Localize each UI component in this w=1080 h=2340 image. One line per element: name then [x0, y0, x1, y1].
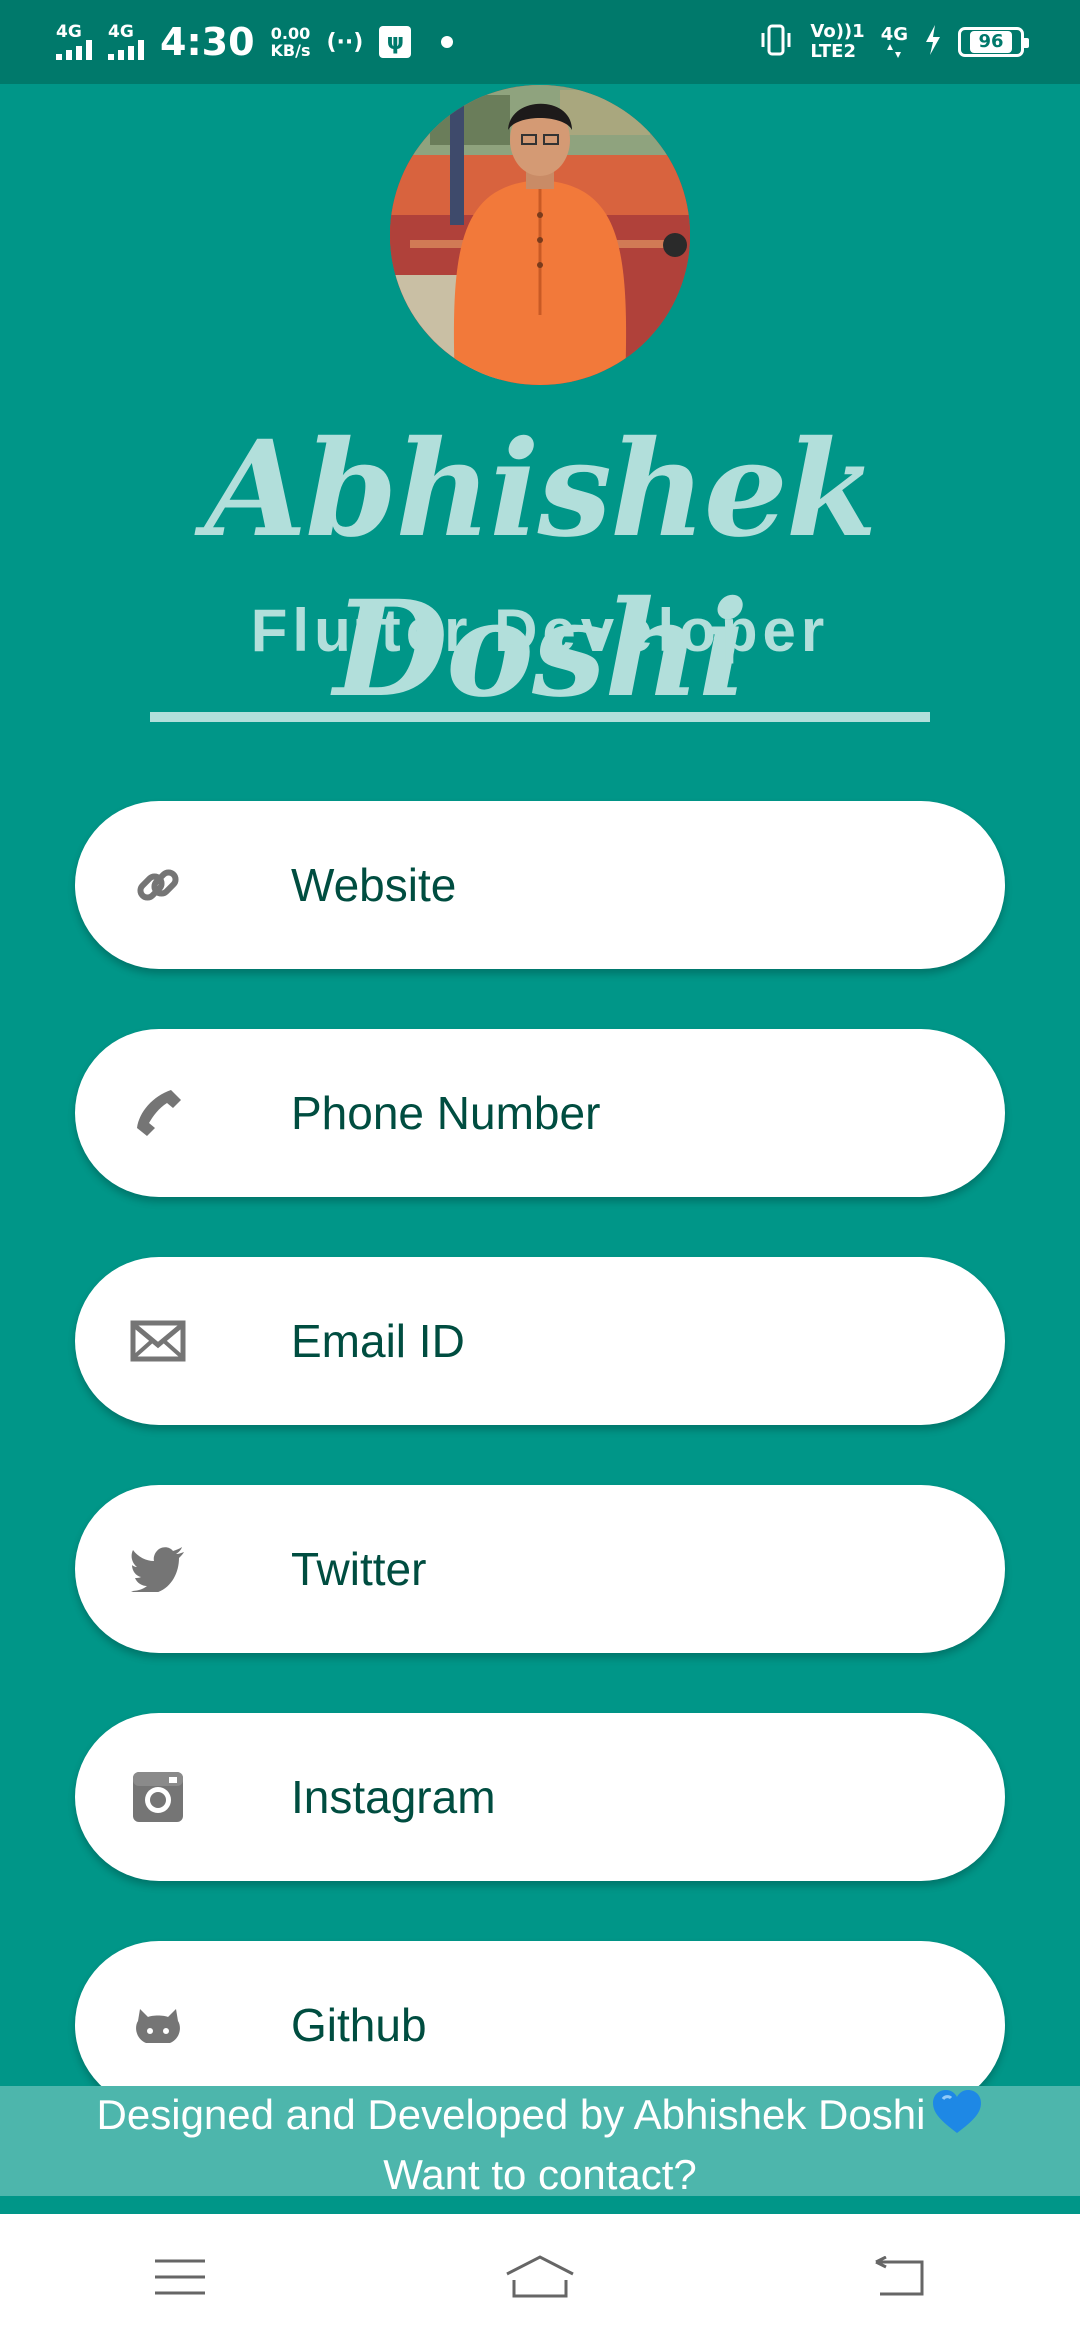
instagram-button[interactable]: Instagram	[75, 1713, 1005, 1881]
signal-icon	[56, 40, 92, 60]
twitter-icon	[130, 1541, 186, 1597]
battery-level: 96	[970, 31, 1012, 53]
status-left: 4G 4G 4:30 0.00 KB/s (··) ψ	[56, 20, 454, 64]
github-label: Github	[291, 1999, 427, 2051]
signal-icon	[108, 40, 144, 60]
volte-bottom: LTE2	[810, 41, 856, 62]
network-speed: 0.00 KB/s	[271, 25, 311, 59]
footer-credit-text: Designed and Developed by Abhishek Doshi	[96, 2091, 926, 2138]
email-id-label: Email ID	[291, 1315, 465, 1367]
status-bar: 4G 4G 4:30 0.00 KB/s (··) ψ Vo))1 LTE2 4…	[0, 0, 1080, 84]
sim1-network-label: 4G	[56, 22, 82, 42]
twitter-button[interactable]: Twitter	[75, 1485, 1005, 1653]
lte-indicator: 4G	[881, 26, 908, 58]
lte-network-label: 4G	[880, 24, 908, 45]
navigation-bar	[0, 2214, 1080, 2340]
twitter-label: Twitter	[291, 1543, 427, 1595]
home-icon[interactable]	[495, 2242, 585, 2312]
phone-number-button[interactable]: Phone Number	[75, 1029, 1005, 1197]
profile-title: Flutter Developer	[250, 597, 830, 664]
clock: 4:30	[160, 20, 255, 64]
notification-dot	[441, 36, 454, 48]
volte-top: Vo))1	[810, 21, 865, 42]
sim1-signal: 4G	[56, 24, 92, 60]
app-screen: 4G 4G 4:30 0.00 KB/s (··) ψ Vo))1 LTE2 4…	[0, 0, 1080, 2340]
profile-name: Abhishek Doshi	[204, 412, 878, 727]
back-icon[interactable]	[855, 2242, 945, 2312]
sim2-signal: 4G	[108, 24, 144, 60]
menu-icon[interactable]	[135, 2242, 225, 2312]
website-button[interactable]: Website	[75, 801, 1005, 969]
volte-icon: Vo))1 LTE2	[810, 22, 864, 62]
link-icon	[130, 857, 186, 913]
email-id-button[interactable]: Email ID	[75, 1257, 1005, 1425]
github-icon	[130, 1997, 186, 2053]
instagram-icon	[130, 1769, 186, 1825]
status-right: Vo))1 LTE2 4G 96	[758, 22, 1029, 62]
speed-unit: KB/s	[270, 41, 311, 60]
charging-icon	[924, 25, 942, 59]
footer-credit: Designed and Developed by Abhishek Doshi	[0, 2088, 1080, 2148]
heart-icon	[931, 2089, 983, 2148]
website-label: Website	[291, 859, 457, 911]
profile-avatar	[390, 85, 690, 385]
usb-icon: ψ	[379, 26, 412, 58]
footer-banner[interactable]: Designed and Developed by Abhishek Doshi…	[0, 2086, 1080, 2198]
battery-icon: 96	[958, 27, 1029, 57]
email-icon	[130, 1313, 186, 1369]
hotspot-icon: (··)	[326, 29, 364, 55]
phone-number-label: Phone Number	[291, 1087, 601, 1139]
speed-value: 0.00	[270, 24, 311, 43]
phone-icon	[130, 1085, 186, 1141]
github-button[interactable]: Github	[75, 1941, 1005, 2109]
divider	[150, 712, 930, 722]
vibrate-icon	[758, 23, 794, 61]
instagram-label: Instagram	[291, 1771, 496, 1823]
contact-prompt[interactable]: Want to contact?	[0, 2148, 1080, 2202]
sim2-network-label: 4G	[108, 22, 134, 42]
